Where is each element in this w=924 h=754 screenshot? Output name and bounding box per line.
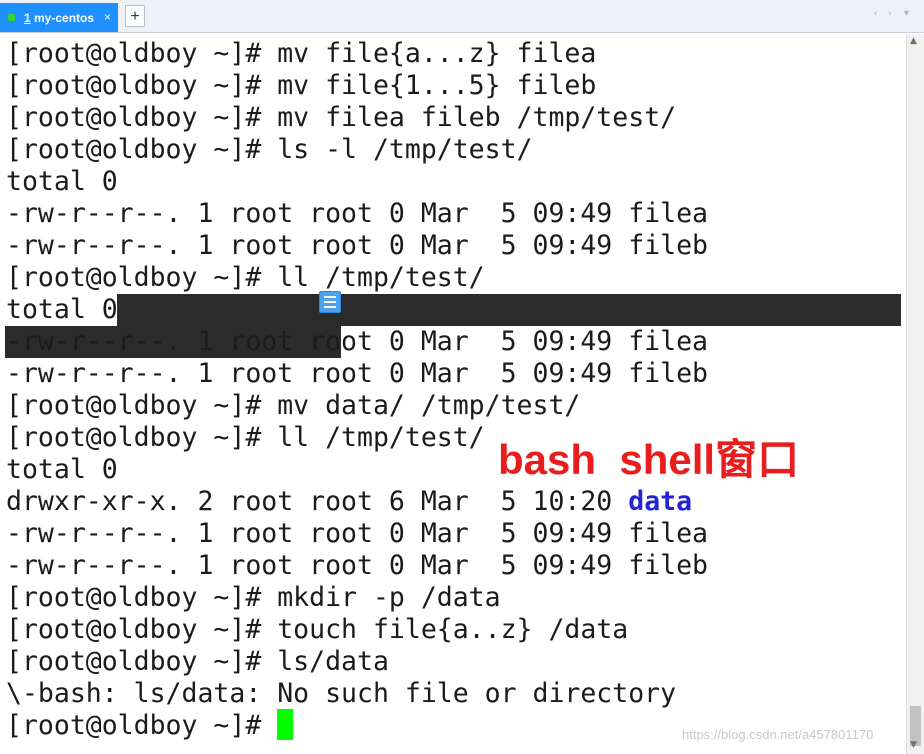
terminal-line: -rw-r--r--. 1 root root 0 Mar 5 09:49 fi… <box>6 230 708 261</box>
terminal-line: [root@oldboy ~]# mv data/ /tmp/test/ <box>6 390 581 421</box>
menu-dropdown-icon[interactable]: ▾ <box>904 8 909 19</box>
terminal-line: -rw-r--r--. 1 root root 0 Mar 5 09:49 fi… <box>6 550 708 581</box>
terminal-line: [root@oldboy ~]# mv file{1...5} fileb <box>6 70 597 101</box>
connection-status-icon <box>8 14 15 21</box>
chevron-right-icon[interactable]: › <box>888 8 891 19</box>
add-tab-button[interactable]: + <box>125 5 145 27</box>
vertical-scrollbar[interactable]: ▲ ▼ <box>906 34 924 754</box>
tab-my-centos[interactable]: 1 my-centos × <box>0 3 118 32</box>
terminal-line: -rw-r--r--. 1 root root 0 Mar 5 09:49 fi… <box>6 198 708 229</box>
terminal-cursor <box>277 709 293 740</box>
notes-icon[interactable] <box>319 291 341 313</box>
selection-highlight <box>117 294 901 326</box>
terminal-line: [root@oldboy ~]# ls/data <box>6 646 389 677</box>
terminal-prompt: [root@oldboy ~]# <box>6 710 278 741</box>
terminal-line: [root@oldboy ~]# ll /tmp/test/ <box>6 262 485 293</box>
tab-bar: 1 my-centos × + ‹ › ▾ <box>0 0 924 33</box>
terminal-line: [root@oldboy ~]# mv filea fileb /tmp/tes… <box>6 102 677 133</box>
terminal-line: drwxr-xr-x. 2 root root 6 Mar 5 10:20 da… <box>6 486 692 518</box>
terminal-line: total 0 <box>6 166 118 197</box>
watermark: https://blog.csdn.net/a457801170 <box>682 727 874 742</box>
terminal-line: [root@oldboy ~]# ls -l /tmp/test/ <box>6 134 533 165</box>
terminal-line: [root@oldboy ~]# mv file{a...z} filea <box>6 38 597 69</box>
terminal-line: \-bash: ls/data: No such file or directo… <box>6 678 677 709</box>
terminal-line: -rw-r--r--. 1 root root 0 Mar 5 09:49 fi… <box>6 326 708 357</box>
terminal-line: -rw-r--r--. 1 root root 0 Mar 5 09:49 fi… <box>6 518 708 549</box>
tab-number: 1 <box>24 11 31 25</box>
scroll-down-icon[interactable]: ▼ <box>910 740 917 750</box>
close-icon[interactable]: × <box>104 10 111 24</box>
chevron-left-icon[interactable]: ‹ <box>874 8 877 19</box>
terminal-line: [root@oldboy ~]# touch file{a..z} /data <box>6 614 629 645</box>
directory-name: data <box>628 486 693 517</box>
annotation-caption: bash shell窗口 <box>498 436 800 483</box>
terminal-line: [root@oldboy ~]# ll /tmp/test/ <box>6 422 485 453</box>
scroll-up-icon[interactable]: ▲ <box>910 36 917 46</box>
terminal-line: total 0 <box>6 454 118 485</box>
tab-label: my-centos <box>34 11 95 25</box>
dir-listing-text: drwxr-xr-x. 2 root root 6 Mar 5 10:20 <box>6 486 629 517</box>
terminal-line: total 0 <box>6 294 118 325</box>
terminal-line: [root@oldboy ~]# mkdir -p /data <box>6 582 501 613</box>
terminal-line: -rw-r--r--. 1 root root 0 Mar 5 09:49 fi… <box>6 358 708 389</box>
